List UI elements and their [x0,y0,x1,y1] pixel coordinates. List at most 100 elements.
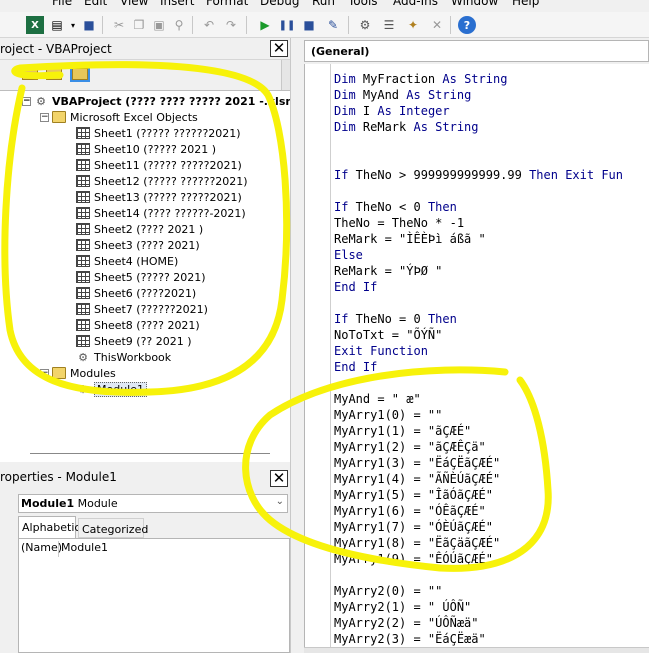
close-icon[interactable]: ✕ [270,470,288,487]
project-explorer-icon[interactable]: ⚙ [356,16,374,34]
code-line[interactable]: ReMark = "ÝÞØ " [334,264,442,280]
code-line[interactable]: MyArry1(1) = "ãÇÆÉ" [334,424,471,440]
tree-node-modules[interactable]: − Modules [40,365,116,381]
horizontal-scrollbar[interactable] [304,647,649,653]
menu-help[interactable]: Help [512,0,539,8]
tree-node-sheet[interactable]: Sheet3 (???? 2021) [76,237,200,253]
property-row[interactable]: (Name) Module1 [19,541,289,557]
tree-node-excel-objects[interactable]: − Microsoft Excel Objects [40,109,198,125]
menu-format[interactable]: Format [206,0,248,8]
code-line[interactable]: MyArry1(4) = "ÃÑÈÚãÇÆÉ" [334,472,500,488]
code-line[interactable]: If TheNo = 0 Then [334,312,457,328]
code-line[interactable]: Dim I As Integer [334,104,450,120]
tree-node-module1[interactable]: ⚙ Module1 [76,381,147,397]
find-icon[interactable]: ⚲ [170,16,188,34]
redo-icon[interactable]: ↷ [222,16,240,34]
tree-node-sheet[interactable]: Sheet7 (??????2021) [76,301,208,317]
tree-node-sheet[interactable]: Sheet12 (????? ??????2021) [76,173,248,189]
code-line[interactable]: End If [334,360,377,376]
code-line[interactable]: Dim MyFraction As String [334,72,507,88]
code-line[interactable]: MyArry1(2) = "ãÇÆÊÇä" [334,440,486,456]
code-line[interactable]: MyArry2(0) = "" [334,584,442,600]
object-combo[interactable]: Module1 Module ⌄ [18,494,288,513]
code-line[interactable]: ReMark = "ÌÊÈÞì áßã " [334,232,486,248]
code-line[interactable]: MyArry2(3) = "ËáÇËæä" [334,632,486,648]
menu-debug[interactable]: Debug [260,0,299,8]
object-dropdown[interactable]: (General) [304,40,649,62]
code-line[interactable]: MyArry1(6) = "ÓÊãÇÆÉ" [334,504,486,520]
cut-icon[interactable]: ✂ [110,16,128,34]
code-line[interactable]: MyArry2(1) = " ÚÔÑ" [334,600,471,616]
tab-categorized[interactable]: Categorized [78,518,148,538]
tree-node-sheet[interactable]: Sheet1 (????? ??????2021) [76,125,241,141]
code-line[interactable]: MyArry2(2) = "ÚÔÑæä" [334,616,479,632]
tree-node-project[interactable]: − ⚙ VBAProject (???? ???? ????? 2021 -.x… [22,93,290,109]
copy-icon[interactable]: ❐ [130,16,148,34]
menu-edit[interactable]: Edit [84,0,107,8]
excel-icon[interactable]: X [26,16,44,34]
tree-node-sheet[interactable]: Sheet4 (HOME) [76,253,178,269]
menu-file[interactable]: File [52,0,72,8]
tree-node-sheet[interactable]: Sheet5 (????? 2021) [76,269,206,285]
code-line[interactable]: If TheNo > 999999999999.99 Then Exit Fun [334,168,623,184]
code-line[interactable]: TheNo = TheNo * -1 [334,216,464,232]
collapse-icon[interactable]: − [40,368,49,378]
menu-tools[interactable]: Tools [348,0,378,8]
project-explorer-title: roject - VBAProject ✕ [0,38,290,60]
code-line[interactable]: Exit Function [334,344,428,360]
code-editor[interactable]: Dim MyFraction As String Dim MyAnd As Str… [304,64,649,653]
tree-node-sheet[interactable]: Sheet11 (????? ?????2021) [76,157,242,173]
code-line[interactable]: Dim MyAnd As String [334,88,471,104]
undo-icon[interactable]: ↶ [200,16,218,34]
code-line[interactable]: If TheNo < 0 Then [334,200,457,216]
menu-run[interactable]: Run [312,0,335,8]
tree-node-sheet[interactable]: Sheet2 (???? 2021 ) [76,221,203,237]
code-line[interactable]: Dim ReMark As String [334,120,479,136]
project-scrollbar[interactable] [281,60,290,90]
code-line[interactable]: MyArry1(8) = "ËãÇäãÇÆÉ" [334,536,500,552]
reset-icon[interactable]: ■ [300,16,318,34]
code-line[interactable]: End If [334,280,377,296]
property-value[interactable]: Module1 [59,541,108,557]
paste-icon[interactable]: ▣ [150,16,168,34]
menu-view[interactable]: View [120,0,148,8]
code-line[interactable]: MyArry1(9) = "ÊÓÚãÇÆÉ" [334,552,493,568]
menu-window[interactable]: Window [451,0,498,8]
toggle-folders-icon[interactable] [70,66,90,82]
tree-node-thisworkbook[interactable]: ⚙ ThisWorkbook [76,349,171,365]
properties-tabs: Alphabetic Categorized [18,516,290,538]
menu-addins[interactable]: Add-Ins [393,0,438,8]
toolbox-icon[interactable]: ✕ [428,16,446,34]
view-object-icon[interactable] [46,68,62,80]
collapse-icon[interactable]: − [40,112,49,122]
tree-node-sheet[interactable]: Sheet8 (???? 2021) [76,317,200,333]
break-icon[interactable]: ❚❚ [278,16,296,34]
tree-node-sheet[interactable]: Sheet9 (?? 2021 ) [76,333,192,349]
margin-indicator-bar[interactable] [305,64,331,653]
tree-node-sheet[interactable]: Sheet10 (????? 2021 ) [76,141,216,157]
design-mode-icon[interactable]: ✎ [324,16,342,34]
code-line[interactable]: MyArry1(5) = "ÎãÓãÇÆÉ" [334,488,493,504]
run-icon[interactable]: ▶ [256,16,274,34]
object-browser-icon[interactable]: ✦ [404,16,422,34]
properties-icon[interactable]: ☰ [380,16,398,34]
chevron-down-icon[interactable]: ⌄ [276,496,284,507]
collapse-icon[interactable]: − [22,96,31,106]
close-icon[interactable]: ✕ [270,40,288,57]
code-line[interactable]: MyAnd = " æ" [334,392,421,408]
tree-node-sheet[interactable]: Sheet14 (???? ??????-2021) [76,205,246,221]
code-line[interactable]: MyArry1(3) = "ËáÇËãÇÆÉ" [334,456,500,472]
help-icon[interactable]: ? [458,16,476,34]
vertical-splitter[interactable] [290,38,300,653]
save-icon[interactable]: ■ [80,16,98,34]
code-line[interactable]: NoToTxt = "ÕÝÑ" [334,328,442,344]
code-line[interactable]: MyArry1(0) = "" [334,408,442,424]
tree-node-sheet[interactable]: Sheet13 (????? ?????2021) [76,189,242,205]
tab-alphabetic[interactable]: Alphabetic [18,516,80,538]
code-line[interactable]: Else [334,248,363,264]
code-line[interactable]: MyArry1(7) = "ÓÈÚãÇÆÉ" [334,520,493,536]
tree-node-sheet[interactable]: Sheet6 (????2021) [76,285,196,301]
view-code-icon[interactable] [22,68,38,80]
code-keyword: Dim [334,88,356,102]
menu-insert[interactable]: Insert [160,0,194,8]
